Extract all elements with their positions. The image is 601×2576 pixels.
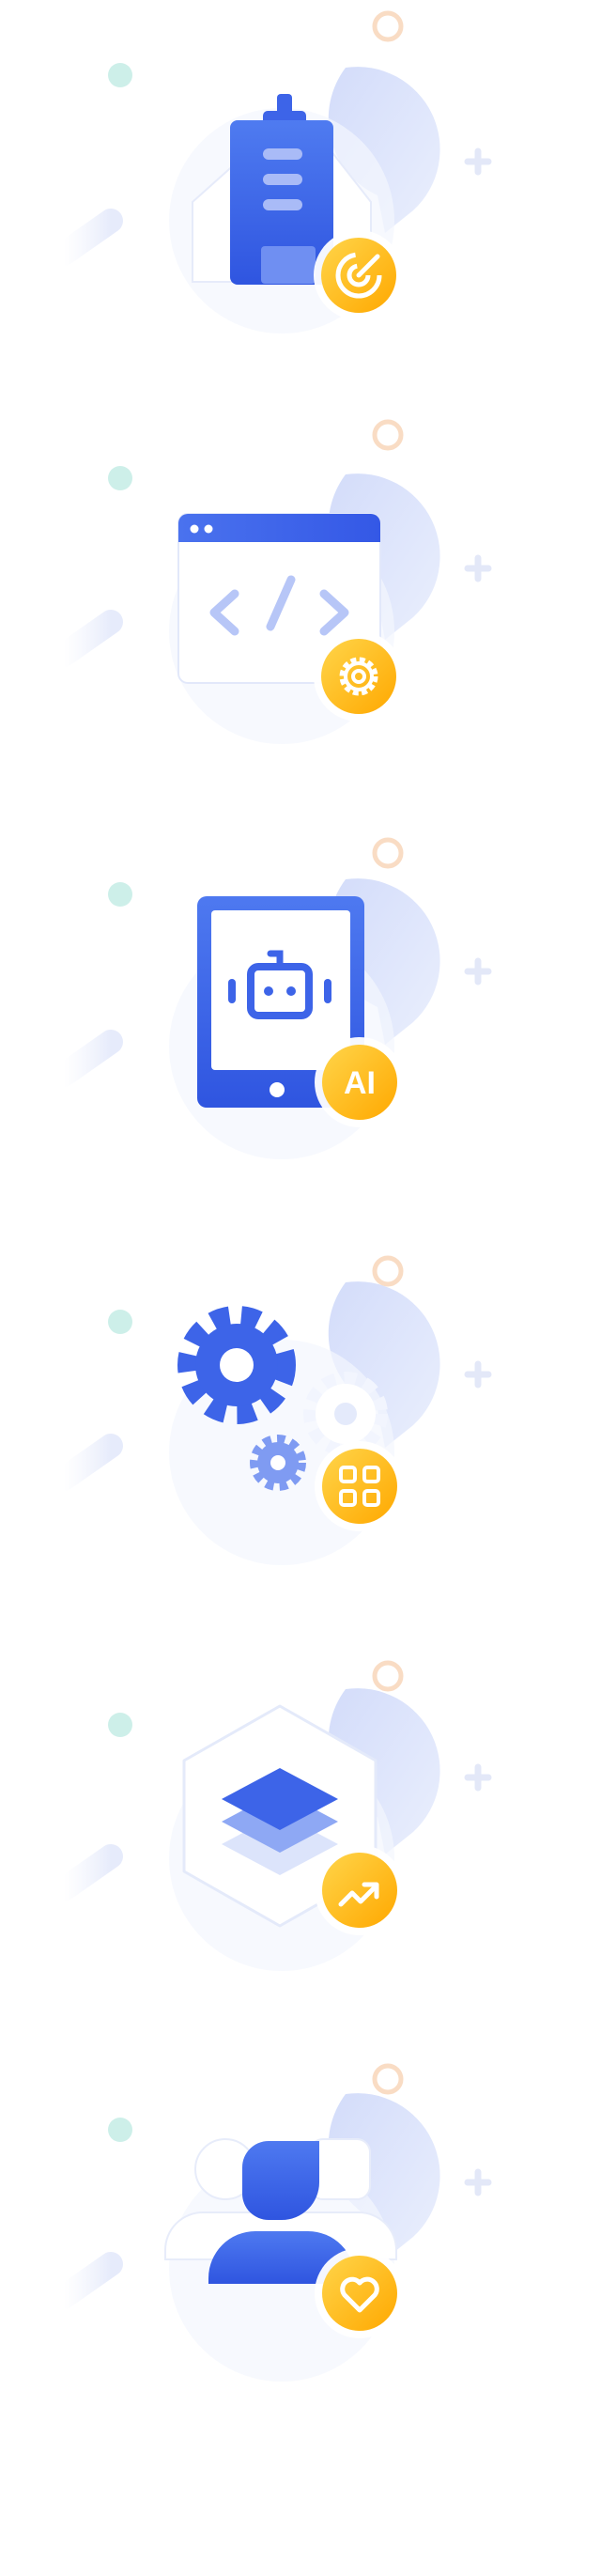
- streak-decoration: [52, 209, 123, 266]
- plus-decoration: [464, 1763, 492, 1792]
- plus-decoration: [464, 554, 492, 582]
- streak-decoration: [52, 1434, 123, 1491]
- dot-decoration: [108, 1713, 132, 1737]
- icon-tile-tablet-robot: AI: [0, 837, 601, 1288]
- dot-decoration: [108, 466, 132, 490]
- trend-up-icon: [322, 1853, 397, 1928]
- tablet-robot-icon: AI: [52, 837, 492, 1159]
- icon-tile-gears: [0, 1255, 601, 1717]
- dot-decoration: [108, 882, 132, 907]
- streak-decoration: [52, 610, 123, 667]
- streak-decoration: [52, 1844, 123, 1901]
- dot-decoration: [108, 1310, 132, 1334]
- plus-decoration: [464, 2168, 492, 2196]
- grid-apps-icon: [322, 1449, 397, 1524]
- building-radar-icon: [52, 10, 492, 334]
- icon-tile-code-window: [0, 419, 601, 859]
- dot-decoration: [108, 2118, 132, 2142]
- streak-decoration: [52, 2252, 123, 2309]
- settings-gear-icon: [321, 639, 396, 714]
- icon-tile-building: [0, 0, 601, 429]
- plus-decoration: [464, 1360, 492, 1389]
- code-window-icon: [52, 419, 492, 744]
- user-group-icon: [52, 2063, 492, 2382]
- gears-icon: [52, 1255, 492, 1565]
- ai-badge-label: AI: [344, 1065, 376, 1101]
- ring-decoration: [372, 10, 404, 42]
- layers-hexagon-icon: [52, 1660, 492, 1971]
- icon-tile-layers: [0, 1660, 601, 2147]
- streak-decoration: [52, 1030, 123, 1087]
- dot-decoration: [108, 63, 132, 87]
- plus-decoration: [464, 147, 492, 176]
- plus-decoration: [464, 957, 492, 985]
- heart-icon: [322, 2256, 397, 2331]
- icon-tile-users: [0, 2063, 601, 2576]
